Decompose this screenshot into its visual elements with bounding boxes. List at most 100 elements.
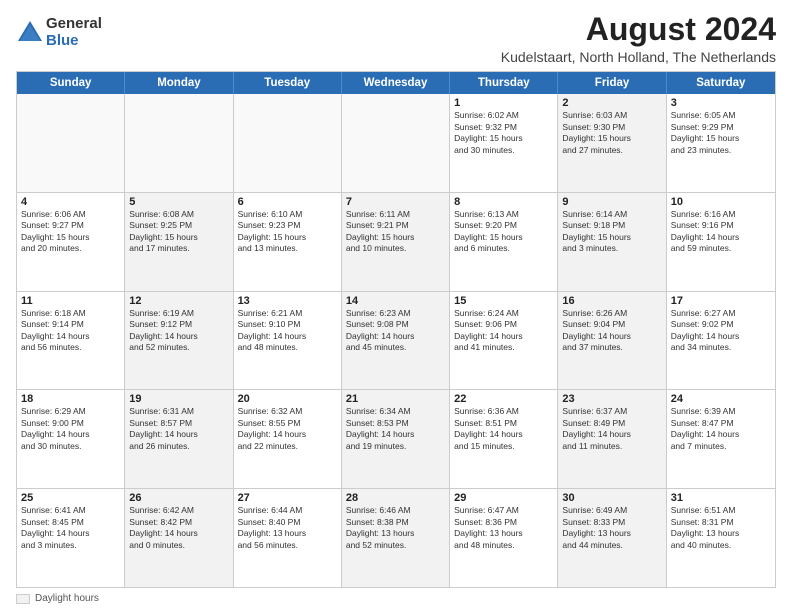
day-info-31: Sunrise: 6:51 AM Sunset: 8:31 PM Dayligh… — [671, 505, 771, 551]
calendar-row-3: 18Sunrise: 6:29 AM Sunset: 9:00 PM Dayli… — [17, 389, 775, 488]
logo-text: General Blue — [46, 16, 102, 49]
day-info-7: Sunrise: 6:11 AM Sunset: 9:21 PM Dayligh… — [346, 209, 445, 255]
day-info-5: Sunrise: 6:08 AM Sunset: 9:25 PM Dayligh… — [129, 209, 228, 255]
day-number-11: 11 — [21, 295, 120, 307]
calendar-cell-0-5: 2Sunrise: 6:03 AM Sunset: 9:30 PM Daylig… — [558, 94, 666, 192]
day-number-5: 5 — [129, 196, 228, 208]
calendar-body: 1Sunrise: 6:02 AM Sunset: 9:32 PM Daylig… — [17, 94, 775, 587]
logo: General Blue — [16, 16, 102, 49]
header-day-monday: Monday — [125, 72, 233, 94]
day-info-24: Sunrise: 6:39 AM Sunset: 8:47 PM Dayligh… — [671, 406, 771, 452]
day-info-2: Sunrise: 6:03 AM Sunset: 9:30 PM Dayligh… — [562, 110, 661, 156]
day-number-7: 7 — [346, 196, 445, 208]
day-number-4: 4 — [21, 196, 120, 208]
calendar-cell-4-5: 30Sunrise: 6:49 AM Sunset: 8:33 PM Dayli… — [558, 489, 666, 587]
calendar-cell-2-1: 12Sunrise: 6:19 AM Sunset: 9:12 PM Dayli… — [125, 292, 233, 390]
day-info-15: Sunrise: 6:24 AM Sunset: 9:06 PM Dayligh… — [454, 308, 553, 354]
day-number-18: 18 — [21, 393, 120, 405]
calendar-cell-3-0: 18Sunrise: 6:29 AM Sunset: 9:00 PM Dayli… — [17, 390, 125, 488]
calendar: SundayMondayTuesdayWednesdayThursdayFrid… — [16, 71, 776, 588]
day-number-6: 6 — [238, 196, 337, 208]
day-info-21: Sunrise: 6:34 AM Sunset: 8:53 PM Dayligh… — [346, 406, 445, 452]
calendar-cell-3-3: 21Sunrise: 6:34 AM Sunset: 8:53 PM Dayli… — [342, 390, 450, 488]
calendar-cell-1-5: 9Sunrise: 6:14 AM Sunset: 9:18 PM Daylig… — [558, 193, 666, 291]
main-title: August 2024 — [501, 12, 776, 47]
calendar-cell-1-3: 7Sunrise: 6:11 AM Sunset: 9:21 PM Daylig… — [342, 193, 450, 291]
legend: Daylight hours — [16, 593, 776, 604]
day-number-2: 2 — [562, 97, 661, 109]
calendar-header: SundayMondayTuesdayWednesdayThursdayFrid… — [17, 72, 775, 94]
day-info-11: Sunrise: 6:18 AM Sunset: 9:14 PM Dayligh… — [21, 308, 120, 354]
day-number-24: 24 — [671, 393, 771, 405]
calendar-cell-2-3: 14Sunrise: 6:23 AM Sunset: 9:08 PM Dayli… — [342, 292, 450, 390]
calendar-cell-0-0 — [17, 94, 125, 192]
page: General Blue August 2024 Kudelstaart, No… — [0, 0, 792, 612]
calendar-cell-3-5: 23Sunrise: 6:37 AM Sunset: 8:49 PM Dayli… — [558, 390, 666, 488]
day-number-17: 17 — [671, 295, 771, 307]
day-number-9: 9 — [562, 196, 661, 208]
calendar-cell-1-2: 6Sunrise: 6:10 AM Sunset: 9:23 PM Daylig… — [234, 193, 342, 291]
calendar-cell-2-0: 11Sunrise: 6:18 AM Sunset: 9:14 PM Dayli… — [17, 292, 125, 390]
day-info-30: Sunrise: 6:49 AM Sunset: 8:33 PM Dayligh… — [562, 505, 661, 551]
header-day-thursday: Thursday — [450, 72, 558, 94]
day-info-16: Sunrise: 6:26 AM Sunset: 9:04 PM Dayligh… — [562, 308, 661, 354]
header-day-wednesday: Wednesday — [342, 72, 450, 94]
day-info-3: Sunrise: 6:05 AM Sunset: 9:29 PM Dayligh… — [671, 110, 771, 156]
calendar-cell-0-3 — [342, 94, 450, 192]
day-number-10: 10 — [671, 196, 771, 208]
day-number-28: 28 — [346, 492, 445, 504]
calendar-cell-4-0: 25Sunrise: 6:41 AM Sunset: 8:45 PM Dayli… — [17, 489, 125, 587]
calendar-cell-3-4: 22Sunrise: 6:36 AM Sunset: 8:51 PM Dayli… — [450, 390, 558, 488]
day-number-8: 8 — [454, 196, 553, 208]
day-number-12: 12 — [129, 295, 228, 307]
calendar-row-2: 11Sunrise: 6:18 AM Sunset: 9:14 PM Dayli… — [17, 291, 775, 390]
day-number-19: 19 — [129, 393, 228, 405]
day-info-12: Sunrise: 6:19 AM Sunset: 9:12 PM Dayligh… — [129, 308, 228, 354]
header: General Blue August 2024 Kudelstaart, No… — [16, 12, 776, 65]
day-number-25: 25 — [21, 492, 120, 504]
calendar-cell-4-2: 27Sunrise: 6:44 AM Sunset: 8:40 PM Dayli… — [234, 489, 342, 587]
calendar-cell-4-4: 29Sunrise: 6:47 AM Sunset: 8:36 PM Dayli… — [450, 489, 558, 587]
day-info-22: Sunrise: 6:36 AM Sunset: 8:51 PM Dayligh… — [454, 406, 553, 452]
day-number-26: 26 — [129, 492, 228, 504]
calendar-cell-3-1: 19Sunrise: 6:31 AM Sunset: 8:57 PM Dayli… — [125, 390, 233, 488]
calendar-cell-3-2: 20Sunrise: 6:32 AM Sunset: 8:55 PM Dayli… — [234, 390, 342, 488]
day-number-21: 21 — [346, 393, 445, 405]
day-info-1: Sunrise: 6:02 AM Sunset: 9:32 PM Dayligh… — [454, 110, 553, 156]
calendar-row-1: 4Sunrise: 6:06 AM Sunset: 9:27 PM Daylig… — [17, 192, 775, 291]
day-number-22: 22 — [454, 393, 553, 405]
day-number-31: 31 — [671, 492, 771, 504]
day-info-26: Sunrise: 6:42 AM Sunset: 8:42 PM Dayligh… — [129, 505, 228, 551]
day-number-16: 16 — [562, 295, 661, 307]
day-number-30: 30 — [562, 492, 661, 504]
calendar-cell-0-6: 3Sunrise: 6:05 AM Sunset: 9:29 PM Daylig… — [667, 94, 775, 192]
day-info-14: Sunrise: 6:23 AM Sunset: 9:08 PM Dayligh… — [346, 308, 445, 354]
day-number-14: 14 — [346, 295, 445, 307]
calendar-cell-1-1: 5Sunrise: 6:08 AM Sunset: 9:25 PM Daylig… — [125, 193, 233, 291]
day-info-17: Sunrise: 6:27 AM Sunset: 9:02 PM Dayligh… — [671, 308, 771, 354]
day-info-8: Sunrise: 6:13 AM Sunset: 9:20 PM Dayligh… — [454, 209, 553, 255]
calendar-cell-4-6: 31Sunrise: 6:51 AM Sunset: 8:31 PM Dayli… — [667, 489, 775, 587]
calendar-cell-0-4: 1Sunrise: 6:02 AM Sunset: 9:32 PM Daylig… — [450, 94, 558, 192]
logo-blue: Blue — [46, 33, 102, 50]
legend-label: Daylight hours — [35, 593, 99, 604]
day-info-19: Sunrise: 6:31 AM Sunset: 8:57 PM Dayligh… — [129, 406, 228, 452]
day-info-18: Sunrise: 6:29 AM Sunset: 9:00 PM Dayligh… — [21, 406, 120, 452]
day-number-29: 29 — [454, 492, 553, 504]
calendar-row-0: 1Sunrise: 6:02 AM Sunset: 9:32 PM Daylig… — [17, 94, 775, 192]
day-number-23: 23 — [562, 393, 661, 405]
day-number-3: 3 — [671, 97, 771, 109]
day-info-29: Sunrise: 6:47 AM Sunset: 8:36 PM Dayligh… — [454, 505, 553, 551]
day-info-28: Sunrise: 6:46 AM Sunset: 8:38 PM Dayligh… — [346, 505, 445, 551]
header-day-friday: Friday — [558, 72, 666, 94]
title-block: August 2024 Kudelstaart, North Holland, … — [501, 12, 776, 65]
logo-general: General — [46, 16, 102, 33]
calendar-cell-2-6: 17Sunrise: 6:27 AM Sunset: 9:02 PM Dayli… — [667, 292, 775, 390]
day-number-20: 20 — [238, 393, 337, 405]
day-info-9: Sunrise: 6:14 AM Sunset: 9:18 PM Dayligh… — [562, 209, 661, 255]
subtitle: Kudelstaart, North Holland, The Netherla… — [501, 49, 776, 65]
day-info-13: Sunrise: 6:21 AM Sunset: 9:10 PM Dayligh… — [238, 308, 337, 354]
header-day-sunday: Sunday — [17, 72, 125, 94]
day-number-13: 13 — [238, 295, 337, 307]
calendar-cell-4-1: 26Sunrise: 6:42 AM Sunset: 8:42 PM Dayli… — [125, 489, 233, 587]
